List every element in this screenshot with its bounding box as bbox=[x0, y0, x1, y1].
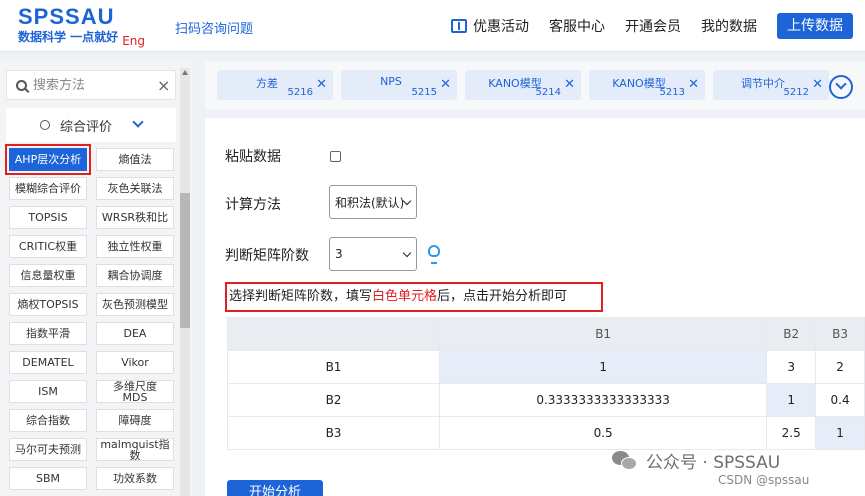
gift-icon bbox=[451, 19, 467, 33]
matrix-row-header: B1 bbox=[227, 350, 440, 384]
method-button[interactable]: DEA bbox=[96, 322, 174, 345]
matrix-cell: 0.5 bbox=[438, 416, 768, 450]
method-button[interactable]: 熵值法 bbox=[96, 148, 174, 171]
chevron-down-icon bbox=[132, 116, 144, 128]
csdn-watermark: CSDN @spssau bbox=[718, 473, 810, 487]
matrix-header-row: B1 B2 B3 bbox=[227, 317, 865, 351]
method-button[interactable]: AHP层次分析 bbox=[5, 144, 91, 175]
method-button[interactable]: 熵权TOPSIS bbox=[9, 293, 87, 316]
method-button[interactable]: ISM bbox=[9, 380, 87, 403]
matrix-column-header: B2 bbox=[766, 317, 817, 351]
method-button[interactable]: 综合指数 bbox=[9, 409, 87, 432]
close-icon[interactable]: ✕ bbox=[440, 77, 451, 92]
method-sidebar: × 综合评价 AHP层次分析熵值法模糊综合评价灰色关联法 TOPSIS WRSR秩和… bbox=[0, 62, 192, 496]
table-row: B3 0.5 2.5 1 bbox=[227, 416, 865, 450]
method-button[interactable]: 灰色预测模型 bbox=[96, 293, 174, 316]
table-row: B1 1 3 2 bbox=[227, 350, 865, 384]
logo[interactable]: SPSSAU 数据科学 一点就好 Eng bbox=[18, 4, 145, 49]
matrix-cell: 1 bbox=[438, 350, 768, 384]
logo-text: SPSSAU bbox=[18, 4, 115, 29]
method-button[interactable]: 障碍度 bbox=[96, 409, 174, 432]
instruction-hint: 选择判断矩阵阶数，填写白色单元格后，点击开始分析即可 bbox=[225, 282, 603, 312]
paste-data-checkbox[interactable] bbox=[330, 151, 341, 162]
matrix-row-header: B3 bbox=[227, 416, 440, 450]
search-icon bbox=[16, 79, 27, 91]
method-button[interactable]: 信息量权重 bbox=[9, 264, 87, 287]
close-icon[interactable]: ✕ bbox=[316, 77, 327, 92]
matrix-cell: 1 bbox=[815, 416, 865, 450]
method-button[interactable]: DEMATEL bbox=[9, 351, 87, 374]
matrix-cell-input[interactable]: 3 bbox=[766, 350, 817, 384]
calc-method-label: 计算方法 bbox=[225, 197, 281, 213]
nav-my-data[interactable]: 我的数据 bbox=[701, 13, 757, 39]
lightbulb-icon[interactable] bbox=[428, 245, 440, 264]
matrix-column-header: B1 bbox=[438, 317, 768, 351]
judgment-matrix: B1 B2 B3 B1 1 3 2 B2 0.3333333333333333 … bbox=[227, 317, 865, 450]
calc-method-select[interactable]: 和积法(默认) bbox=[329, 185, 417, 219]
matrix-cell: 2.5 bbox=[766, 416, 817, 450]
method-button[interactable]: 功效系数 bbox=[96, 467, 174, 490]
method-button[interactable]: Vikor bbox=[96, 351, 174, 374]
nav-promotions[interactable]: 优惠活动 bbox=[451, 13, 529, 39]
tab-analysis[interactable]: KANO模型 5214 ✕ bbox=[465, 70, 581, 100]
sidebar-scrollbar[interactable] bbox=[180, 68, 190, 496]
method-button[interactable]: CRITIC权重 bbox=[9, 235, 87, 258]
start-analysis-button[interactable]: 开始分析 bbox=[227, 480, 323, 496]
wechat-icon bbox=[612, 450, 638, 471]
close-icon[interactable]: ✕ bbox=[688, 77, 699, 92]
ahp-panel: 粘贴数据 计算方法 和积法(默认) 判断矩阵阶数 3 选择判断矩阵阶数，填写白色… bbox=[205, 118, 865, 496]
method-search-input[interactable] bbox=[33, 77, 153, 93]
chevron-down-icon bbox=[402, 196, 412, 206]
pie-chart-icon bbox=[39, 120, 50, 130]
tab-analysis[interactable]: 方差 5216 ✕ bbox=[217, 70, 333, 100]
language-switch-eng[interactable]: Eng bbox=[122, 34, 145, 48]
category-label: 综合评价 bbox=[59, 119, 112, 135]
method-button[interactable]: 指数平滑 bbox=[9, 322, 87, 345]
scan-consult-link[interactable]: 扫码咨询问题 bbox=[175, 18, 253, 37]
method-button[interactable]: malmquist指 数 bbox=[96, 438, 174, 461]
method-button[interactable]: TOPSIS bbox=[9, 206, 87, 229]
tab-analysis[interactable]: NPS 5215 ✕ bbox=[341, 70, 457, 100]
method-button[interactable]: SBM bbox=[9, 467, 87, 490]
matrix-order-label: 判断矩阵阶数 bbox=[225, 248, 309, 264]
watermark: 公众号 · SPSSAU bbox=[612, 448, 780, 473]
matrix-order-select[interactable]: 3 bbox=[329, 237, 417, 271]
tabs-expand-chevron-icon[interactable] bbox=[829, 75, 853, 99]
paste-data-label: 粘贴数据 bbox=[225, 149, 281, 165]
scroll-up-arrow-icon[interactable] bbox=[182, 70, 188, 75]
scrollbar-thumb[interactable] bbox=[180, 193, 190, 328]
matrix-cell-input[interactable]: 2 bbox=[815, 350, 865, 384]
nav-customer-service[interactable]: 客服中心 bbox=[549, 13, 605, 39]
tab-analysis[interactable]: KANO模型 5213 ✕ bbox=[589, 70, 705, 100]
method-button[interactable]: 马尔可夫预测 bbox=[9, 438, 87, 461]
method-button[interactable]: 独立性权重 bbox=[96, 235, 174, 258]
matrix-cell: 0.3333333333333333 bbox=[438, 383, 768, 417]
method-button[interactable]: 耦合协调度 bbox=[96, 264, 174, 287]
top-nav: 优惠活动 客服中心 开通会员 我的数据 上传数据 bbox=[431, 13, 853, 39]
upload-data-button[interactable]: 上传数据 bbox=[777, 13, 853, 39]
method-button[interactable]: 灰色关联法 bbox=[96, 177, 174, 200]
method-button[interactable]: WRSR秩和比 bbox=[96, 206, 174, 229]
logo-slogan: 数据科学 一点就好 bbox=[18, 30, 119, 44]
matrix-cell: 1 bbox=[766, 383, 817, 417]
method-search-box: × bbox=[6, 70, 176, 100]
top-header: SPSSAU 数据科学 一点就好 Eng 扫码咨询问题 优惠活动 客服中心 开通会… bbox=[0, 0, 865, 52]
method-button[interactable]: 多维尺度 MDS bbox=[96, 380, 174, 403]
clear-icon[interactable]: × bbox=[157, 76, 170, 95]
tab-analysis[interactable]: 调节中介 5212 ✕ bbox=[713, 70, 829, 100]
table-row: B2 0.3333333333333333 1 0.4 bbox=[227, 383, 865, 417]
category-dropdown[interactable]: 综合评价 bbox=[6, 108, 176, 142]
nav-membership[interactable]: 开通会员 bbox=[625, 13, 681, 39]
matrix-row-header: B2 bbox=[227, 383, 440, 417]
close-icon[interactable]: ✕ bbox=[812, 77, 823, 92]
chevron-down-icon bbox=[402, 248, 412, 258]
method-list: AHP层次分析 熵值法 模糊综合评价 灰色关联法 TOPSIS WRSR秩和比 CRITIC… bbox=[5, 144, 175, 490]
matrix-column-header: B3 bbox=[815, 317, 865, 351]
analysis-tabs: 方差 5216 ✕ NPS 5215 ✕ KANO模型 5214 ✕ KANO模… bbox=[205, 62, 865, 110]
method-button[interactable]: 模糊综合评价 bbox=[9, 177, 87, 200]
close-icon[interactable]: ✕ bbox=[564, 77, 575, 92]
matrix-cell-input[interactable]: 0.4 bbox=[815, 383, 865, 417]
